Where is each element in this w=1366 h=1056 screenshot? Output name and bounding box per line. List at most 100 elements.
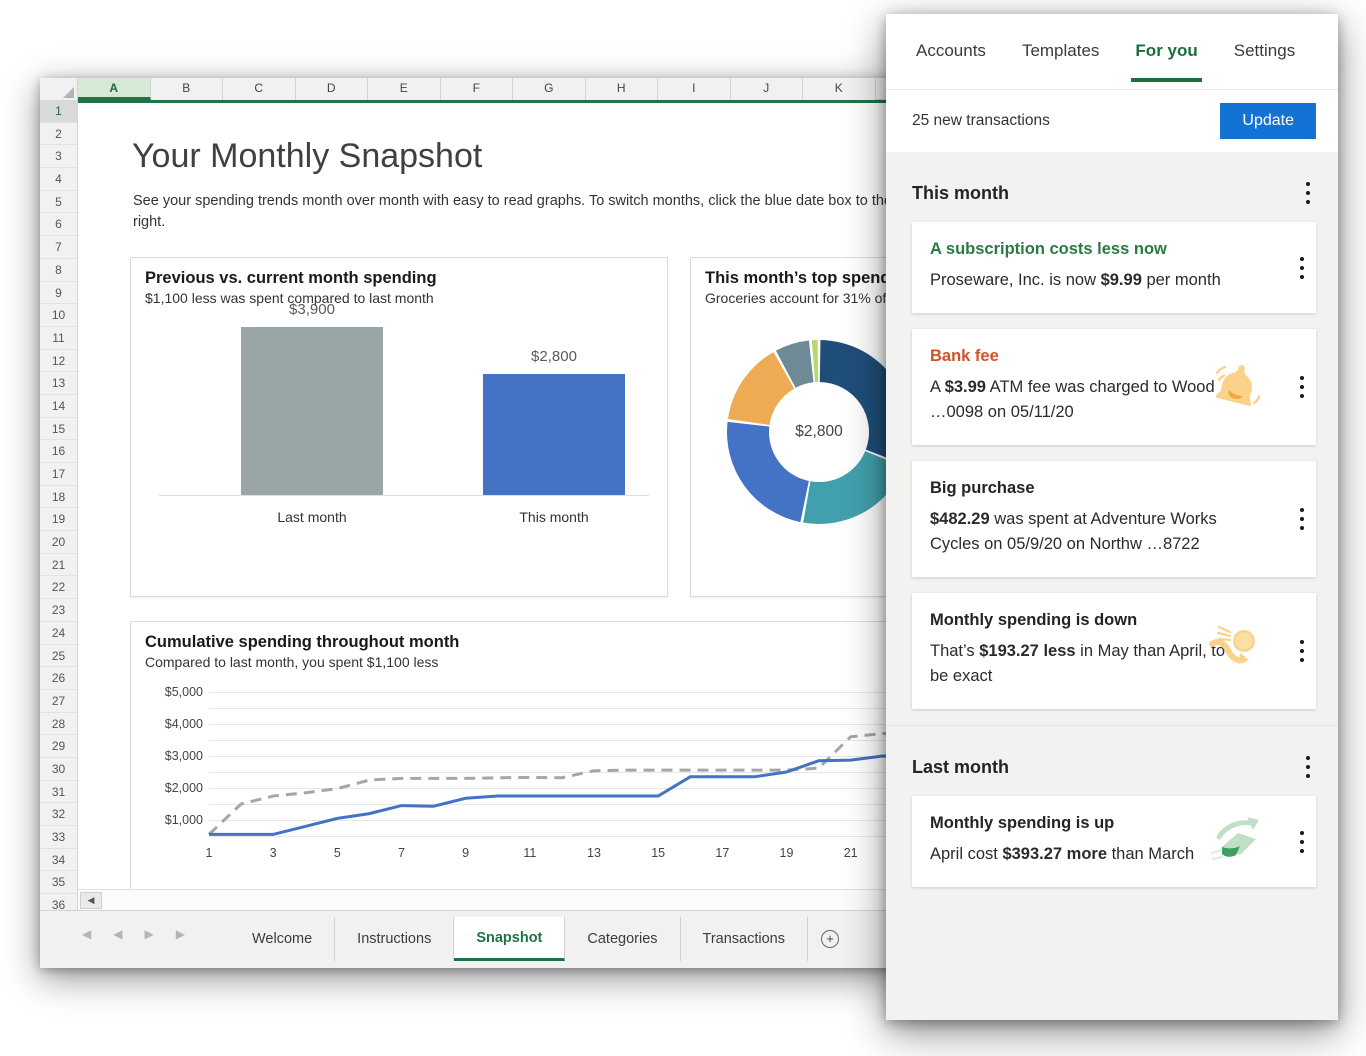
row-header-19[interactable]: 19 [40, 508, 77, 532]
column-header-c[interactable]: C [223, 78, 296, 100]
row-header-10[interactable]: 10 [40, 304, 77, 327]
row-header-20[interactable]: 20 [40, 531, 77, 554]
line-chart-panel[interactable]: Cumulative spending throughout month Com… [130, 621, 908, 910]
insight-card-body[interactable]: A subscription costs less now Proseware, … [912, 222, 1316, 313]
column-header-k[interactable]: K [803, 78, 876, 100]
insight-card-body[interactable]: Bank fee A $3.99 ATM fee was charged to W… [912, 329, 1316, 445]
insight-card[interactable]: Bank fee A $3.99 ATM fee was charged to W… [912, 329, 1316, 445]
row-header-32[interactable]: 32 [40, 803, 77, 826]
insight-card-body[interactable]: Monthly spending is up April cost $393.27… [912, 796, 1316, 887]
row-header-5[interactable]: 5 [40, 190, 77, 214]
row-header-15[interactable]: 15 [40, 417, 77, 441]
horizontal-scrollbar[interactable]: ◀ [78, 889, 908, 910]
row-header-33[interactable]: 33 [40, 826, 77, 849]
bar-category-label-1: This month [519, 509, 589, 525]
money-panel-tabs[interactable]: Accounts Templates For you Settings [886, 14, 1338, 90]
row-header-18[interactable]: 18 [40, 485, 77, 509]
row-header-21[interactable]: 21 [40, 553, 77, 577]
row-header-29[interactable]: 29 [40, 735, 77, 758]
row-header-16[interactable]: 16 [40, 440, 77, 463]
spending-up-icon [1206, 811, 1268, 873]
row-header-column: 1 2 3 4 5 6 7 8 9 10 11 12 13 14 15 16 17 18 19 20 21 22 23 24 2… [40, 100, 78, 968]
insight-card[interactable]: Big purchase $482.29 was spent at Adventu… [912, 461, 1316, 577]
sheet-tab-instructions[interactable]: Instructions [335, 917, 455, 961]
row-header-3[interactable]: 3 [40, 145, 77, 169]
row-header-8[interactable]: 8 [40, 258, 77, 282]
section-header-this-month: This month [886, 152, 1338, 222]
x-axis-tick-5: 5 [333, 846, 341, 860]
x-axis-tick-19: 19 [779, 846, 794, 860]
row-header-28[interactable]: 28 [40, 712, 77, 736]
first-sheet-icon[interactable]: ◀ [82, 927, 91, 941]
insight-card-menu-icon[interactable] [1294, 372, 1310, 402]
row-header-12[interactable]: 12 [40, 349, 77, 373]
row-header-13[interactable]: 13 [40, 372, 77, 395]
bar-1 [483, 374, 625, 495]
insight-card[interactable]: A subscription costs less now Proseware, … [912, 222, 1316, 313]
insight-card-body[interactable]: Big purchase $482.29 was spent at Adventu… [912, 461, 1316, 577]
section-menu-icon[interactable] [1300, 752, 1316, 782]
column-header-row: ABCDEFGHIJK [40, 78, 908, 100]
row-header-26[interactable]: 26 [40, 667, 77, 690]
bar-chart-panel[interactable]: Previous vs. current month spending $1,1… [130, 257, 668, 597]
x-axis-tick-17: 17 [715, 846, 730, 860]
donut-chart-panel[interactable]: This month’s top spending Groceries acco… [690, 257, 908, 597]
row-header-7[interactable]: 7 [40, 236, 77, 259]
bar-category-label-0: Last month [277, 509, 347, 525]
insight-card[interactable]: Monthly spending is up April cost $393.27… [912, 796, 1316, 887]
row-header-1[interactable]: 1 [40, 100, 77, 123]
column-header-g[interactable]: G [513, 78, 586, 100]
row-header-22[interactable]: 22 [40, 576, 77, 600]
y-axis-tick-5000: $5,000 [164, 685, 203, 699]
sheet-tabs[interactable]: Welcome Instructions Snapshot Categories Tra… [230, 917, 852, 961]
insight-card-menu-icon[interactable] [1294, 827, 1310, 857]
column-header-a[interactable]: A [78, 78, 151, 100]
row-header-2[interactable]: 2 [40, 122, 77, 146]
money-tab-for-you[interactable]: For you [1121, 33, 1211, 82]
section-menu-icon[interactable] [1300, 178, 1316, 208]
row-header-34[interactable]: 34 [40, 848, 77, 872]
column-header-h[interactable]: H [585, 78, 658, 100]
row-header-31[interactable]: 31 [40, 780, 77, 804]
row-header-17[interactable]: 17 [40, 463, 77, 486]
row-header-35[interactable]: 35 [40, 871, 77, 895]
scroll-left-icon[interactable]: ◀ [80, 892, 102, 909]
insight-card-menu-icon[interactable] [1294, 504, 1310, 534]
row-header-30[interactable]: 30 [40, 757, 77, 781]
row-header-9[interactable]: 9 [40, 281, 77, 305]
insight-card[interactable]: Monthly spending is down That’s $193.27 l… [912, 593, 1316, 709]
row-header-24[interactable]: 24 [40, 621, 77, 645]
sheet-tab-welcome[interactable]: Welcome [230, 917, 336, 961]
insight-card-text: Proseware, Inc. is now $9.99 per month [930, 271, 1221, 289]
sheet-tab-transactions[interactable]: Transactions [681, 917, 808, 961]
update-button[interactable]: Update [1220, 103, 1316, 139]
prev-sheet-icon[interactable]: ◀ [113, 927, 122, 941]
row-header-27[interactable]: 27 [40, 689, 77, 713]
insight-card-menu-icon[interactable] [1294, 636, 1310, 666]
column-header-i[interactable]: I [658, 78, 731, 100]
sheet-nav-arrows[interactable]: ◀ ◀ ▶ ▶ [82, 927, 185, 941]
next-sheet-icon[interactable]: ▶ [144, 927, 153, 941]
sheet-tab-snapshot[interactable]: Snapshot [454, 917, 566, 961]
insight-card-body[interactable]: Monthly spending is down That’s $193.27 l… [912, 593, 1316, 709]
column-header-b[interactable]: B [150, 78, 223, 100]
column-header-f[interactable]: F [440, 78, 513, 100]
row-header-11[interactable]: 11 [40, 326, 77, 350]
row-header-14[interactable]: 14 [40, 394, 77, 418]
sheet-tab-categories[interactable]: Categories [565, 917, 681, 961]
column-header-d[interactable]: D [295, 78, 368, 100]
spreadsheet-grid[interactable]: Your Monthly Snapshot See your spending … [78, 100, 908, 910]
insight-card-menu-icon[interactable] [1294, 253, 1310, 283]
last-sheet-icon[interactable]: ▶ [176, 927, 185, 941]
column-header-j[interactable]: J [730, 78, 803, 100]
row-header-4[interactable]: 4 [40, 168, 77, 191]
money-tab-accounts[interactable]: Accounts [902, 33, 1000, 71]
select-all-corner[interactable] [40, 78, 78, 100]
money-tab-templates[interactable]: Templates [1008, 33, 1113, 71]
column-header-e[interactable]: E [368, 78, 441, 100]
row-header-6[interactable]: 6 [40, 213, 77, 237]
money-tab-settings[interactable]: Settings [1220, 33, 1309, 71]
add-sheet-button[interactable]: + [808, 917, 852, 961]
row-header-23[interactable]: 23 [40, 599, 77, 622]
row-header-25[interactable]: 25 [40, 644, 77, 668]
